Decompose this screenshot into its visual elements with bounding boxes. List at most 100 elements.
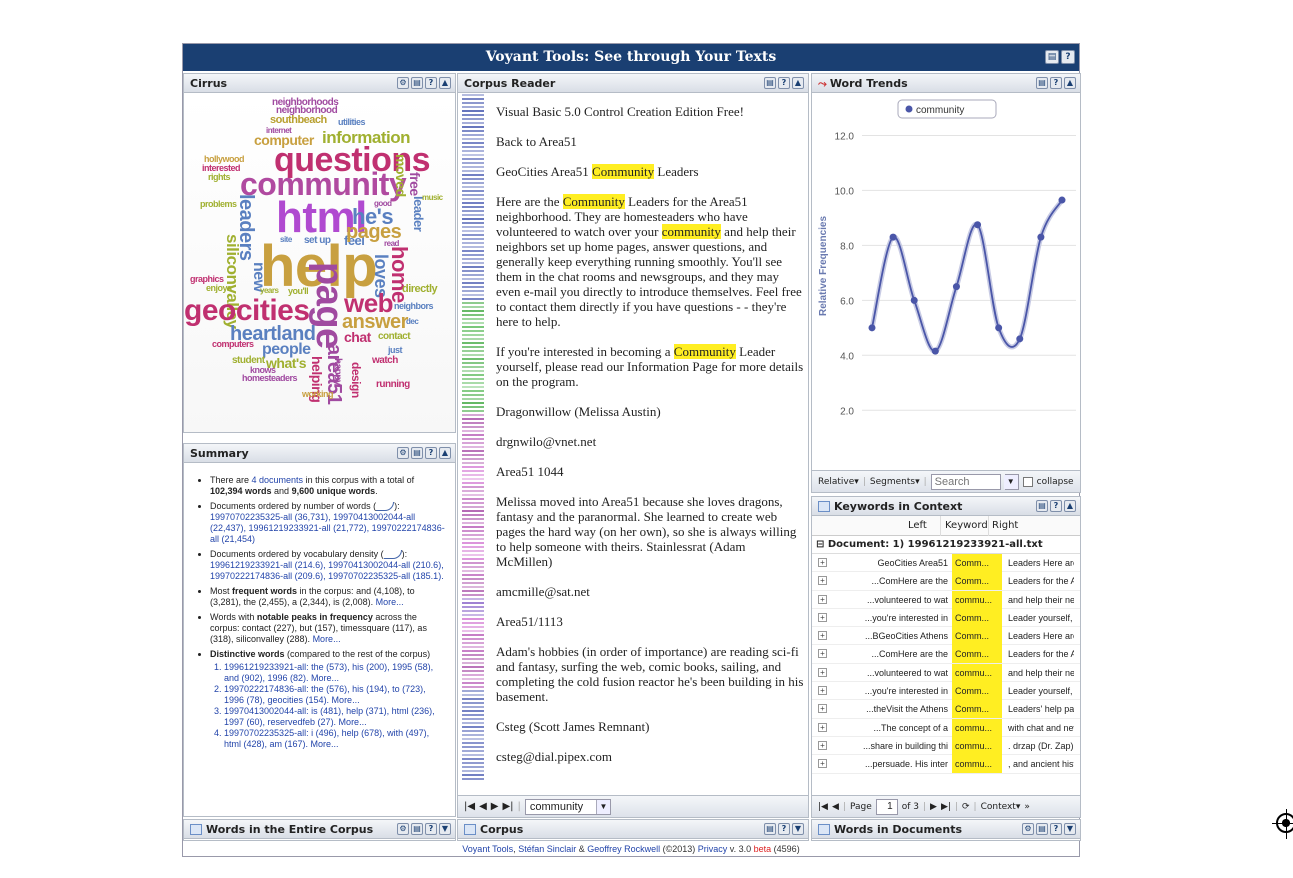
kwic-row[interactable]: + ...you're interested in Comm... Leader yo… — [812, 608, 1080, 628]
expand-row-icon[interactable]: + — [818, 649, 827, 659]
document-strip[interactable] — [458, 94, 488, 786]
expand-row-icon[interactable]: + — [818, 594, 827, 604]
term-select[interactable]: community ▼ — [524, 798, 611, 815]
kwic-keyword[interactable]: Comm... — [952, 645, 1002, 664]
kwic-keyword[interactable]: Comm... — [952, 627, 1002, 646]
distinctive-item[interactable]: 19970413002044-all: is (481), help (371)… — [224, 706, 447, 728]
first-page-icon[interactable]: |◀ — [464, 797, 475, 817]
data-point[interactable] — [952, 283, 960, 291]
cirrus-word[interactable]: dec — [406, 318, 419, 326]
words-entire-header[interactable]: Words in the Entire Corpus ⚙ ▤ ? ▼ — [184, 820, 455, 839]
kwic-row[interactable]: + ...persuade. His inter commu... , and anc… — [812, 755, 1080, 774]
kwic-row[interactable]: + ...share in building thi commu... . drzap… — [812, 736, 1080, 756]
cirrus-word[interactable]: happy — [332, 358, 343, 385]
prev-page-icon[interactable]: ◀ — [479, 797, 487, 817]
prev-page-icon[interactable]: ◀ — [832, 797, 839, 817]
cirrus-word[interactable]: just — [388, 346, 403, 355]
cirrus-word[interactable]: geocities — [184, 296, 310, 326]
export-icon[interactable]: ▤ — [411, 447, 423, 459]
col-left[interactable]: Left — [908, 516, 927, 536]
cirrus-word[interactable]: enjoys — [206, 284, 232, 293]
export-icon[interactable]: ▤ — [411, 823, 423, 835]
kwic-row[interactable]: + ...you're interested in Comm... Leader yo… — [812, 682, 1080, 701]
data-point[interactable] — [910, 296, 918, 304]
cirrus-word[interactable]: computers — [212, 340, 254, 349]
kwic-keyword[interactable]: Comm... — [952, 682, 1002, 701]
refresh-icon[interactable]: ⟳ — [962, 797, 970, 817]
cirrus-word[interactable]: problems — [200, 200, 237, 209]
kwic-row[interactable]: + ...ComHere are the Comm... Leaders for th… — [812, 645, 1080, 664]
help-icon[interactable]: ? — [1050, 500, 1062, 512]
cirrus-word[interactable]: good — [374, 200, 392, 208]
help-icon[interactable]: ? — [425, 823, 437, 835]
data-point[interactable] — [995, 324, 1003, 332]
cirrus-word[interactable]: music — [422, 194, 443, 202]
first-page-icon[interactable]: |◀ — [818, 797, 828, 817]
gear-icon[interactable]: ⚙ — [397, 823, 409, 835]
chevron-down-icon[interactable]: ▼ — [1003, 473, 1019, 490]
expand-icon[interactable]: ▼ — [792, 823, 804, 835]
help-icon[interactable]: ? — [425, 77, 437, 89]
expand-row-icon[interactable]: + — [818, 722, 827, 732]
data-point[interactable] — [1016, 335, 1024, 343]
collapse-icon[interactable]: ▲ — [439, 447, 451, 459]
keyword-highlight[interactable]: community — [661, 224, 721, 239]
expand-row-icon[interactable]: + — [818, 759, 827, 769]
kwic-keyword[interactable]: Comm... — [952, 608, 1002, 627]
cirrus-word[interactable]: design — [349, 362, 363, 398]
cirrus-word[interactable]: watch — [372, 356, 398, 366]
kwic-keyword[interactable]: Comm... — [952, 572, 1002, 591]
sinclair-link[interactable]: Stéfan Sinclair — [518, 844, 576, 854]
cirrus-word[interactable]: directly — [402, 284, 438, 295]
cirrus-word[interactable]: rights — [208, 173, 231, 182]
help-icon[interactable]: ? — [1050, 823, 1062, 835]
data-point[interactable] — [1037, 233, 1045, 241]
kwic-row[interactable]: + ...The concept of a commu... with chat an… — [812, 718, 1080, 737]
collapse-icon[interactable]: ▲ — [1064, 500, 1076, 512]
privacy-link[interactable]: Privacy — [698, 844, 728, 854]
cirrus-word[interactable]: utilities — [338, 118, 366, 127]
kwic-row[interactable]: + GeoCities Area51 Comm... Leaders Here are… — [812, 554, 1080, 573]
cirrus-word[interactable]: contact — [378, 332, 411, 342]
page-input[interactable]: 1 — [875, 798, 898, 815]
kwic-keyword[interactable]: Comm... — [952, 700, 1002, 719]
more-link[interactable]: More... — [376, 597, 404, 607]
col-right[interactable]: Right — [988, 516, 1018, 536]
corpus-header[interactable]: Corpus ▤ ? ▼ — [458, 820, 808, 839]
collapse-icon[interactable]: ▲ — [439, 77, 451, 89]
help-icon[interactable]: ? — [778, 823, 790, 835]
next-page-icon[interactable]: ▶ — [930, 797, 937, 817]
cirrus-word[interactable]: homesteaders — [242, 374, 298, 383]
kwic-row[interactable]: + ...volunteered to wat commu... and help t… — [812, 663, 1080, 683]
cirrus-word[interactable]: southbeach — [270, 115, 327, 126]
kwic-keyword[interactable]: commu... — [952, 736, 1002, 755]
expand-row-icon[interactable]: + — [818, 740, 827, 750]
cirrus-word[interactable]: page — [308, 262, 350, 349]
data-point[interactable] — [1058, 196, 1066, 204]
more-link[interactable]: More... — [313, 634, 341, 644]
last-page-icon[interactable]: ▶| — [502, 797, 513, 817]
expand-row-icon[interactable]: + — [818, 686, 827, 696]
export-icon[interactable]: ▤ — [1036, 500, 1048, 512]
data-point[interactable] — [974, 221, 982, 229]
gear-icon[interactable]: ⚙ — [397, 77, 409, 89]
gear-icon[interactable]: ⚙ — [1022, 823, 1034, 835]
expand-row-icon[interactable]: + — [818, 704, 827, 714]
expand-row-icon[interactable]: + — [818, 576, 827, 586]
export-icon[interactable]: ▤ — [411, 77, 423, 89]
export-icon[interactable]: ▤ — [764, 823, 776, 835]
keyword-highlight[interactable]: Community — [592, 164, 655, 179]
export-icon[interactable]: ▤ — [1036, 823, 1048, 835]
expand-icon[interactable]: ▼ — [1064, 823, 1076, 835]
keyword-highlight[interactable]: Community — [673, 344, 736, 359]
gear-icon[interactable]: ⚙ — [397, 447, 409, 459]
voyant-link[interactable]: Voyant Tools — [462, 844, 513, 854]
kwic-row[interactable]: + ...ComHere are the Comm... Leaders for th… — [812, 572, 1080, 591]
kwic-row[interactable]: + ...volunteered to wat commu... and help t… — [812, 590, 1080, 609]
relative-menu[interactable]: Relative▾ — [818, 472, 859, 492]
keyword-highlight[interactable]: Community — [562, 194, 625, 209]
cirrus-word[interactable]: running — [376, 380, 410, 390]
trends-chart[interactable]: 2.0 4.0 6.0 8.0 10.0 12.0 Relative Frequencies… — [812, 94, 1080, 470]
expand-row-icon[interactable]: + — [818, 612, 827, 622]
kwic-keyword[interactable]: commu... — [952, 718, 1002, 737]
